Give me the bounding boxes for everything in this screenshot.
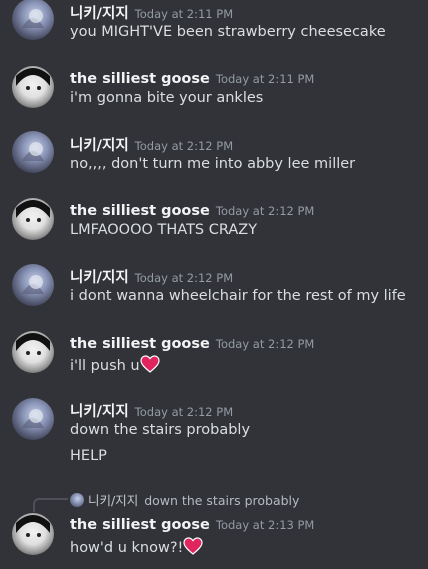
message-text: i'm gonna bite your ankles: [70, 90, 264, 106]
avatar[interactable]: [12, 0, 54, 40]
timestamp[interactable]: Today at 2:12 PM: [135, 405, 233, 419]
timestamp[interactable]: Today at 2:11 PM: [216, 72, 314, 86]
username[interactable]: 니키/지지: [70, 6, 129, 22]
timestamp[interactable]: Today at 2:11 PM: [135, 7, 233, 21]
avatar[interactable]: [12, 398, 54, 440]
message-text: how'd u know?!: [70, 537, 203, 559]
reply-username[interactable]: 니키/지지: [88, 493, 138, 508]
username[interactable]: 니키/지지: [70, 138, 129, 154]
message-text-part: i'll push u: [70, 358, 140, 374]
heart-icon: [140, 355, 160, 377]
message-text: i'll push u: [70, 355, 160, 377]
avatar[interactable]: [12, 264, 54, 306]
username[interactable]: the silliest goose: [70, 336, 210, 352]
avatar[interactable]: [12, 198, 54, 240]
username[interactable]: the silliest goose: [70, 71, 210, 87]
timestamp[interactable]: Today at 2:12 PM: [135, 139, 233, 153]
avatar[interactable]: [12, 331, 54, 373]
message-text: i dont wanna wheelchair for the rest of …: [70, 288, 406, 304]
username[interactable]: 니키/지지: [70, 270, 129, 286]
message-text-part: how'd u know?!: [70, 540, 184, 556]
reply-spine: [33, 498, 68, 512]
message-text: no,,,, don't turn me into abby lee mille…: [70, 156, 356, 172]
reply-avatar: [70, 493, 84, 507]
username[interactable]: the silliest goose: [70, 203, 210, 219]
message-text: down the stairs probably: [70, 422, 251, 438]
username[interactable]: the silliest goose: [70, 517, 210, 533]
username[interactable]: 니키/지지: [70, 404, 129, 420]
reply-preview[interactable]: 니키/지지 down the stairs probably: [70, 490, 299, 509]
reply-text[interactable]: down the stairs probably: [144, 493, 299, 508]
timestamp[interactable]: Today at 2:12 PM: [135, 271, 233, 285]
message-text: LMFAOOOO THATS CRAZY: [70, 222, 258, 238]
avatar[interactable]: [12, 131, 54, 173]
avatar[interactable]: [12, 66, 54, 108]
heart-icon: [183, 537, 203, 559]
timestamp[interactable]: Today at 2:13 PM: [216, 518, 314, 532]
message-text: HELP: [70, 448, 107, 464]
message-text: you MIGHT'VE been strawberry cheesecake: [70, 24, 386, 40]
timestamp[interactable]: Today at 2:12 PM: [216, 337, 314, 351]
avatar[interactable]: [12, 513, 54, 555]
timestamp[interactable]: Today at 2:12 PM: [216, 204, 314, 218]
